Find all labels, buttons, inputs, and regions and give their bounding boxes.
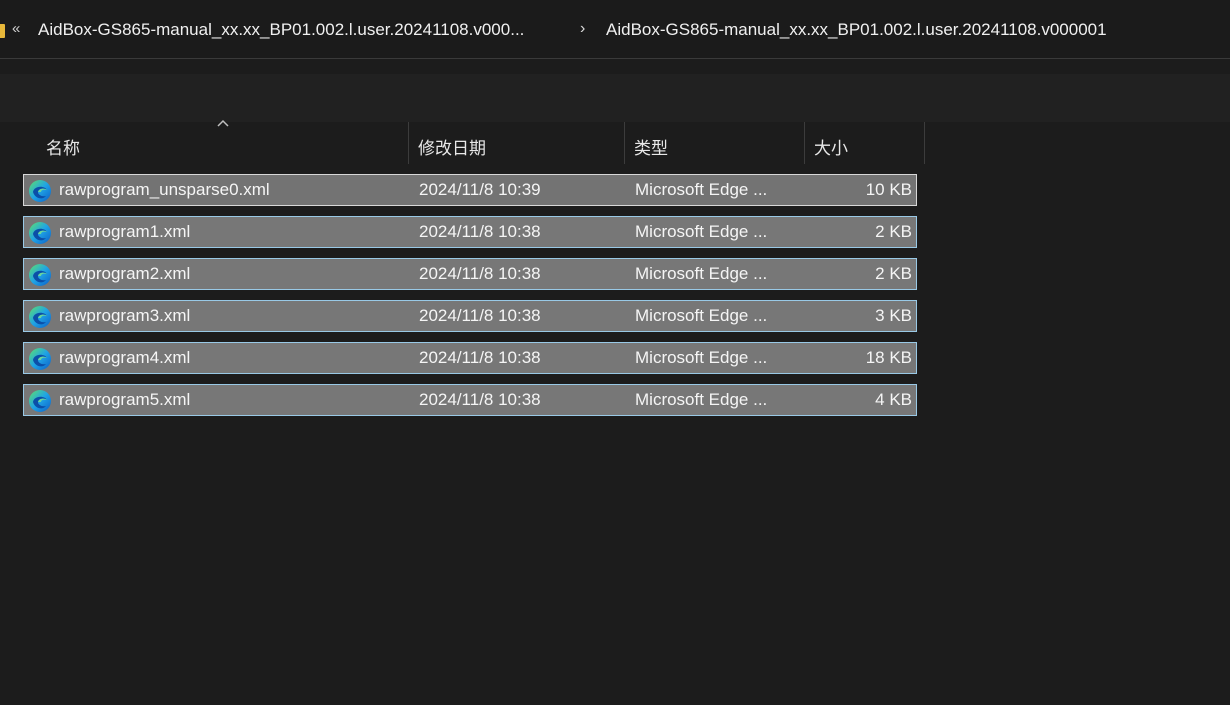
column-header-date-modified[interactable]: 修改日期 bbox=[418, 134, 486, 159]
breadcrumb-parent-folder[interactable]: AidBox-GS865-manual_xx.xx_BP01.002.l.use… bbox=[38, 20, 524, 40]
file-row[interactable]: rawprogram1.xml 2024/11/8 10:38 Microsof… bbox=[23, 216, 917, 248]
file-name: rawprogram3.xml bbox=[59, 306, 191, 325]
file-type: Microsoft Edge ... bbox=[635, 306, 768, 325]
file-type: Microsoft Edge ... bbox=[635, 390, 768, 409]
file-name: rawprogram4.xml bbox=[59, 348, 191, 367]
toolbar-strip bbox=[0, 74, 1230, 122]
edge-file-icon bbox=[28, 389, 52, 413]
file-name: rawprogram5.xml bbox=[59, 390, 191, 409]
file-size: 10 KB bbox=[865, 180, 912, 199]
column-header-type[interactable]: 类型 bbox=[634, 134, 668, 159]
breadcrumb-separator-chevron-icon[interactable]: › bbox=[580, 20, 585, 38]
file-row[interactable]: rawprogram2.xml 2024/11/8 10:38 Microsof… bbox=[23, 258, 917, 290]
edge-file-icon bbox=[28, 263, 52, 287]
file-row[interactable]: rawprogram3.xml 2024/11/8 10:38 Microsof… bbox=[23, 300, 917, 332]
edge-file-icon bbox=[28, 305, 52, 329]
file-type: Microsoft Edge ... bbox=[635, 180, 768, 199]
file-date-modified: 2024/11/8 10:38 bbox=[419, 306, 541, 325]
edge-file-icon bbox=[28, 179, 52, 203]
file-date-modified: 2024/11/8 10:38 bbox=[419, 348, 541, 367]
sort-ascending-icon bbox=[217, 119, 229, 127]
address-bar[interactable]: « AidBox-GS865-manual_xx.xx_BP01.002.l.u… bbox=[0, 0, 1230, 59]
file-size: 18 KB bbox=[865, 348, 912, 367]
file-date-modified: 2024/11/8 10:39 bbox=[419, 180, 541, 199]
folder-icon bbox=[0, 24, 5, 38]
file-size: 4 KB bbox=[875, 390, 912, 409]
file-size: 2 KB bbox=[875, 264, 912, 283]
file-date-modified: 2024/11/8 10:38 bbox=[419, 390, 541, 409]
column-divider[interactable] bbox=[408, 122, 409, 164]
file-row[interactable]: rawprogram_unsparse0.xml 2024/11/8 10:39… bbox=[23, 174, 917, 206]
file-size: 2 KB bbox=[875, 222, 912, 241]
column-divider[interactable] bbox=[804, 122, 805, 164]
column-header-size[interactable]: 大小 bbox=[814, 134, 848, 159]
file-row[interactable]: rawprogram4.xml 2024/11/8 10:38 Microsof… bbox=[23, 342, 917, 374]
overflow-breadcrumb-button[interactable]: « bbox=[12, 20, 20, 37]
file-type: Microsoft Edge ... bbox=[635, 222, 768, 241]
edge-file-icon bbox=[28, 221, 52, 245]
file-row[interactable]: rawprogram5.xml 2024/11/8 10:38 Microsof… bbox=[23, 384, 917, 416]
column-divider[interactable] bbox=[924, 122, 925, 164]
edge-file-icon bbox=[28, 347, 52, 371]
column-headers: 名称 修改日期 类型 大小 bbox=[0, 119, 1230, 164]
file-name: rawprogram2.xml bbox=[59, 264, 191, 283]
column-divider[interactable] bbox=[624, 122, 625, 164]
file-type: Microsoft Edge ... bbox=[635, 348, 768, 367]
file-date-modified: 2024/11/8 10:38 bbox=[419, 264, 541, 283]
file-name: rawprogram_unsparse0.xml bbox=[59, 180, 270, 199]
column-header-name[interactable]: 名称 bbox=[46, 134, 80, 159]
breadcrumb-current-folder[interactable]: AidBox-GS865-manual_xx.xx_BP01.002.l.use… bbox=[606, 20, 1107, 40]
file-size: 3 KB bbox=[875, 306, 912, 325]
file-date-modified: 2024/11/8 10:38 bbox=[419, 222, 541, 241]
file-name: rawprogram1.xml bbox=[59, 222, 191, 241]
file-type: Microsoft Edge ... bbox=[635, 264, 768, 283]
file-explorer-window: « AidBox-GS865-manual_xx.xx_BP01.002.l.u… bbox=[0, 0, 1230, 705]
